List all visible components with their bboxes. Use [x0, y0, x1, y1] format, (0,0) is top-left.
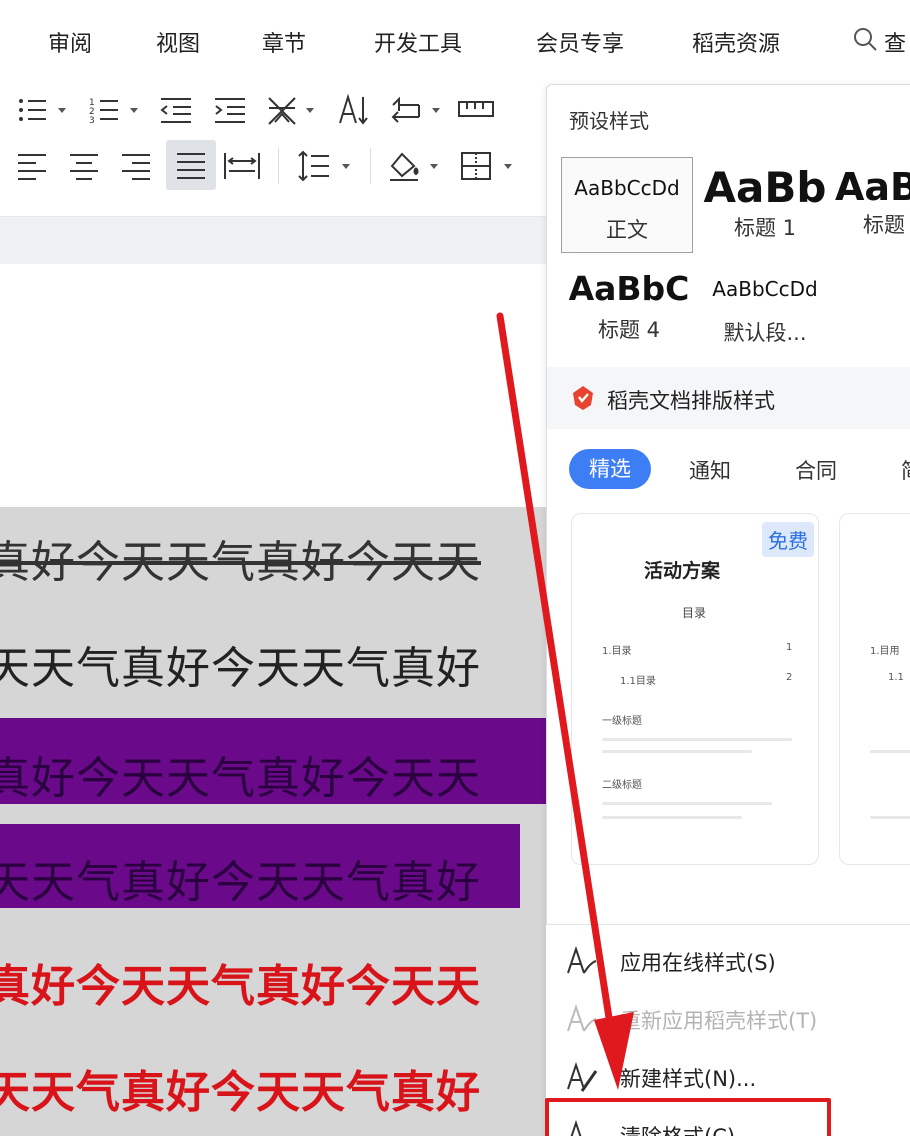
style-heading-4[interactable]: AaBbC 标题 4 — [561, 263, 697, 353]
template-card[interactable]: 免费 活动方案 目录 1.目录 1 1.1目录 2 一级标题 二级标题 — [571, 513, 819, 865]
style-sample: AaBbCcDd — [574, 176, 680, 200]
template-toc-row: 1.目用 — [870, 646, 900, 657]
style-name: 标题 — [863, 213, 905, 237]
decrease-indent-icon[interactable] — [156, 90, 196, 130]
toolbar-divider — [278, 148, 279, 184]
brush-a-icon — [567, 945, 597, 974]
style-name: 默认段... — [723, 321, 807, 345]
search-icon[interactable] — [852, 26, 878, 52]
style-name: 标题 1 — [733, 216, 797, 240]
document-text-line[interactable]: 真好今天天气真好今天天 — [0, 742, 481, 806]
template-toc-page: 2 — [786, 672, 793, 683]
menu-item-label: 新建样式(N)... — [620, 1067, 757, 1091]
chevron-down-icon[interactable] — [306, 108, 314, 113]
toolbar-divider — [370, 148, 371, 184]
wps-writer-window: 审阅 视图 章节 开发工具 会员专享 稻壳资源 查 123 真好今天天气真好今天… — [0, 0, 910, 1136]
brush-a-icon — [567, 1003, 597, 1032]
tab-resume[interactable]: 简 — [901, 455, 910, 485]
style-name: 标题 4 — [597, 318, 661, 342]
menu-view[interactable]: 视图 — [156, 26, 200, 58]
style-name: 正文 — [606, 218, 648, 242]
panel-title: 预设样式 — [569, 109, 649, 133]
style-sample: AaBb — [703, 163, 827, 212]
placeholder-line — [870, 816, 910, 819]
style-heading-1[interactable]: AaBb 标题 1 — [699, 157, 831, 253]
ruler-area — [0, 216, 546, 264]
placeholder-line — [602, 816, 742, 819]
template-section-heading: 一级标题 — [602, 716, 642, 727]
menu-bar: 审阅 视图 章节 开发工具 会员专享 稻壳资源 查 — [0, 0, 910, 84]
document-text-line[interactable]: 天天气真好今天天气真好 — [0, 1056, 481, 1120]
menu-review[interactable]: 审阅 — [48, 26, 92, 58]
placeholder-line — [602, 738, 792, 741]
numbered-list-icon[interactable]: 123 — [84, 90, 124, 130]
document-text-line[interactable]: 真好今天天气真好今天天 — [0, 950, 481, 1014]
borders-icon[interactable] — [456, 146, 496, 186]
new-style-item[interactable]: 新建样式(N)... — [546, 1049, 910, 1105]
document-text-line[interactable]: 天天气真好今天天气真好 — [0, 632, 481, 696]
document-text-line[interactable]: 天天气真好今天天气真好 — [0, 846, 481, 910]
free-badge: 免费 — [762, 522, 814, 557]
placeholder-line — [602, 750, 752, 753]
template-toc-row: 1.目录 — [602, 646, 632, 657]
menu-docer-resources[interactable]: 稻壳资源 — [692, 26, 780, 58]
tab-contract[interactable]: 合同 — [795, 455, 837, 485]
placeholder-line — [870, 750, 910, 753]
style-heading-2[interactable]: AaB 标题 — [835, 157, 910, 253]
menu-item-label: 重新应用稻壳样式(T) — [620, 1009, 818, 1033]
style-sample: AaBbCcDd — [712, 277, 818, 301]
chevron-down-icon[interactable] — [130, 108, 138, 113]
style-default-paragraph[interactable]: AaBbCcDd 默认段... — [699, 263, 831, 353]
chevron-down-icon[interactable] — [432, 108, 440, 113]
align-left-icon[interactable] — [12, 146, 52, 186]
menu-item-label: 应用在线样式(S) — [620, 951, 776, 975]
new-style-brush-icon — [567, 1061, 598, 1092]
menu-developer-tools[interactable]: 开发工具 — [374, 26, 462, 58]
docer-logo-icon — [573, 386, 593, 410]
chevron-down-icon[interactable] — [430, 164, 438, 169]
docer-styles-header: 稻壳文档排版样式 — [547, 367, 910, 429]
bullet-list-icon[interactable] — [12, 90, 52, 130]
apply-online-style-item[interactable]: 应用在线样式(S) — [546, 933, 910, 989]
style-sample: AaBbC — [568, 269, 690, 308]
chevron-down-icon[interactable] — [58, 108, 66, 113]
tab-stops-icon[interactable] — [456, 90, 496, 130]
line-spacing-icon[interactable] — [294, 146, 334, 186]
template-toc-page: 1 — [786, 642, 793, 653]
justify-icon[interactable] — [166, 140, 216, 190]
template-card[interactable]: 1.目用 1.1 — [839, 513, 910, 865]
svg-text:3: 3 — [89, 116, 95, 125]
template-toc-row: 1.1 — [888, 672, 904, 683]
paragraph-toolbar: 123 — [0, 84, 546, 216]
template-toc-heading: 目录 — [682, 606, 707, 620]
distributed-align-icon[interactable] — [222, 146, 262, 186]
placeholder-line — [602, 802, 772, 805]
template-section-heading: 二级标题 — [602, 780, 642, 791]
text-direction-icon[interactable] — [334, 90, 374, 130]
chevron-down-icon[interactable] — [504, 164, 512, 169]
align-right-icon[interactable] — [116, 146, 156, 186]
template-title: 活动方案 — [644, 560, 721, 582]
menu-chapter[interactable]: 章节 — [262, 26, 306, 58]
search-label[interactable]: 查 — [884, 26, 906, 58]
align-center-icon[interactable] — [64, 146, 104, 186]
chinese-layout-icon[interactable] — [262, 90, 302, 130]
clear-formatting-highlight — [545, 1098, 831, 1136]
selection-highlight — [0, 507, 546, 1136]
tab-featured[interactable]: 精选 — [569, 449, 651, 489]
shading-icon[interactable] — [384, 146, 424, 186]
chevron-down-icon[interactable] — [342, 164, 350, 169]
style-normal[interactable]: AaBbCcDd 正文 — [561, 157, 693, 253]
menu-member-exclusive[interactable]: 会员专享 — [536, 26, 624, 58]
document-text-line[interactable]: 真好今天天气真好今天天 — [0, 526, 481, 590]
reapply-docer-style-item[interactable]: 重新应用稻壳样式(T) — [546, 991, 910, 1047]
tab-notice[interactable]: 通知 — [689, 455, 731, 485]
increase-indent-icon[interactable] — [210, 90, 250, 130]
line-spacing-mark-icon[interactable] — [386, 90, 426, 130]
template-toc-row: 1.1目录 — [620, 676, 656, 687]
style-sample: AaB — [835, 165, 910, 209]
docer-styles-title: 稻壳文档排版样式 — [607, 389, 775, 413]
